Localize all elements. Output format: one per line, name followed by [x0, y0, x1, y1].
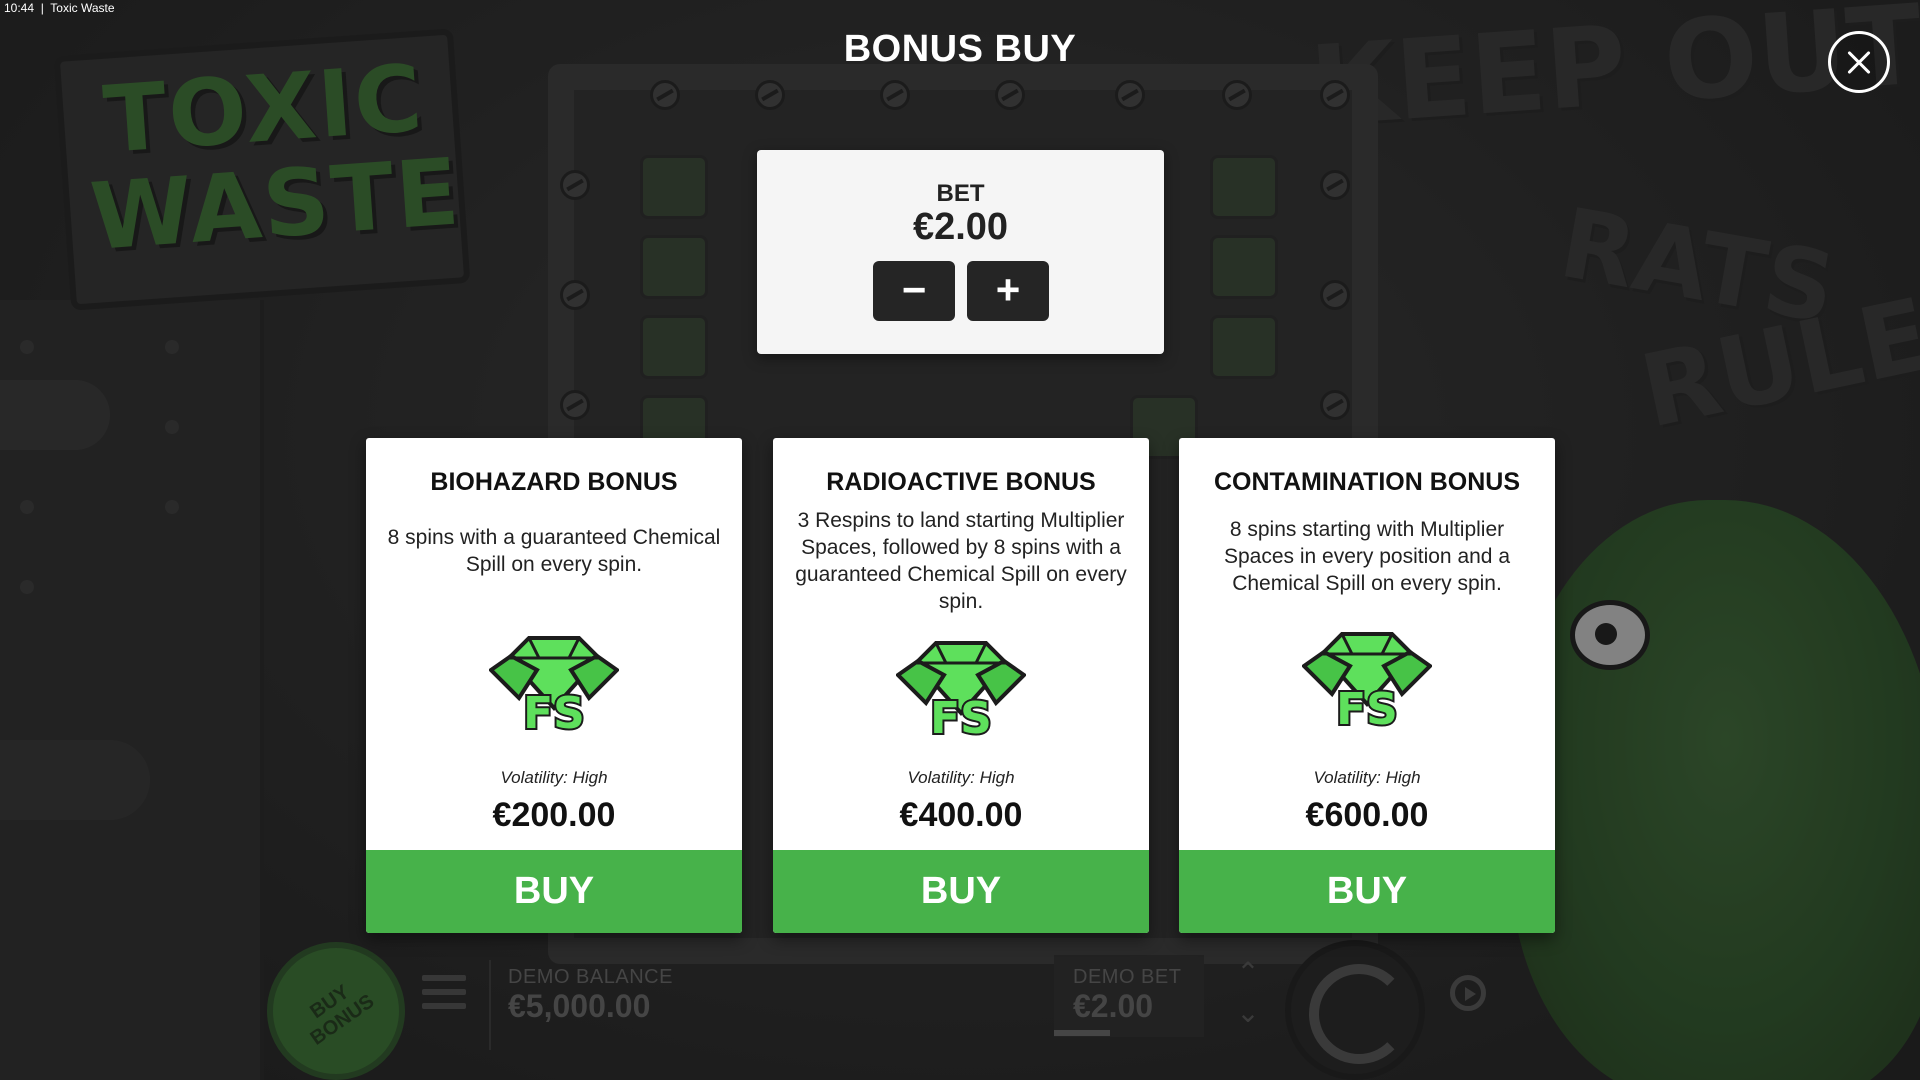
bonus-card-radioactive: RADIOACTIVE BONUS 3 Respins to land star… — [773, 438, 1149, 933]
bonus-card-biohazard: BIOHAZARD BONUS 8 spins with a guarantee… — [366, 438, 742, 933]
bet-value: €2.00 — [912, 206, 1009, 248]
increase-bet-button[interactable]: + — [967, 261, 1049, 321]
bet-panel: BET €2.00 − + — [757, 150, 1164, 354]
gem-label: FS — [930, 693, 992, 743]
card-title: BIOHAZARD BONUS — [430, 468, 678, 496]
card-title: CONTAMINATION BONUS — [1214, 468, 1520, 496]
buy-button[interactable]: BUY — [366, 850, 742, 933]
card-price: €200.00 — [492, 796, 616, 834]
status-separator: | — [37, 1, 48, 15]
minus-icon: − — [901, 266, 927, 313]
free-spins-gem-icon: FS — [896, 641, 1026, 743]
buy-button[interactable]: BUY — [773, 850, 1149, 933]
modal-title: BONUS BUY — [843, 28, 1077, 70]
gem-label: FS — [523, 688, 585, 738]
bet-label: BET — [936, 180, 985, 207]
card-description: 3 Respins to land starting Multiplier Sp… — [795, 509, 1127, 613]
status-time: 10:44 — [4, 1, 35, 15]
card-description: 8 spins starting with Multiplier Spaces … — [1223, 518, 1510, 595]
free-spins-gem-icon: FS — [489, 636, 619, 738]
bonus-card-contamination: CONTAMINATION BONUS 8 spins starting wit… — [1179, 438, 1555, 933]
status-bar: 10:44 | Toxic Waste — [4, 1, 115, 15]
card-volatility: Volatility: High — [500, 768, 608, 787]
status-app-name: Toxic Waste — [50, 1, 115, 15]
card-volatility: Volatility: High — [1313, 768, 1421, 787]
card-price: €400.00 — [899, 796, 1023, 834]
close-icon[interactable] — [1828, 31, 1890, 93]
card-title: RADIOACTIVE BONUS — [826, 468, 1096, 496]
plus-icon: + — [995, 266, 1021, 313]
buy-button[interactable]: BUY — [1179, 850, 1555, 933]
gem-label: FS — [1336, 684, 1398, 734]
card-description: 8 spins with a guaranteed Chemical Spill… — [387, 526, 721, 576]
card-volatility: Volatility: High — [907, 768, 1015, 787]
decrease-bet-button[interactable]: − — [873, 261, 955, 321]
free-spins-gem-icon: FS — [1302, 632, 1432, 734]
card-price: €600.00 — [1305, 796, 1429, 834]
